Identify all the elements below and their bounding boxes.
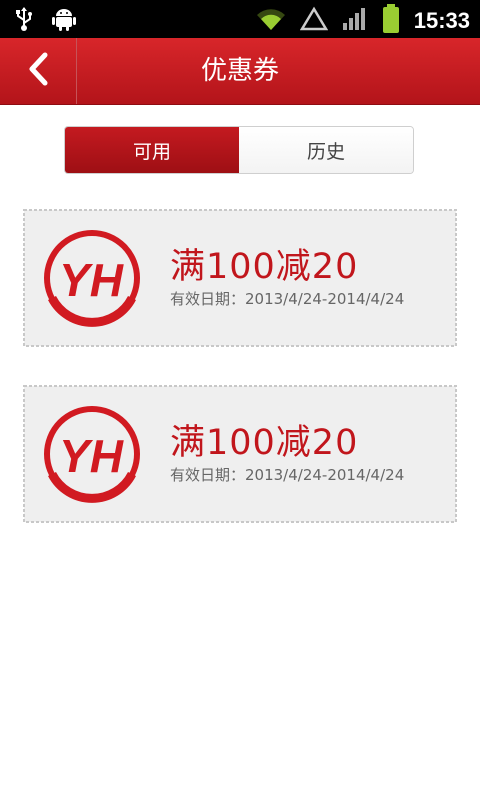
usb-icon — [14, 6, 34, 36]
yh-logo-text: YH — [59, 254, 124, 306]
coupon-card[interactable]: YH 满100减20 有效日期：2013/4/24-2014/4/24 — [22, 384, 458, 524]
coupon-tabs: 可用 历史 — [64, 126, 414, 174]
android-debug-icon — [52, 6, 76, 36]
back-button[interactable] — [0, 38, 77, 104]
tab-history[interactable]: 历史 — [239, 127, 413, 173]
status-time: 15:33 — [413, 8, 470, 33]
chevron-left-icon — [26, 52, 50, 90]
status-right-icons: 15:33 — [256, 4, 470, 38]
coupon-title: 满100减20 — [170, 247, 359, 287]
coupon-validity: 有效日期：2013/4/24-2014/4/24 — [170, 290, 405, 308]
yh-logo-text: YH — [59, 430, 124, 482]
status-left-icons — [14, 6, 76, 36]
status-bar: 15:33 — [0, 0, 480, 38]
signal-alert-icon — [299, 6, 328, 36]
coupon-validity: 有效日期：2013/4/24-2014/4/24 — [170, 466, 405, 484]
wifi-icon — [256, 6, 286, 36]
cell-signal-icon — [342, 6, 368, 36]
yh-logo: YH — [40, 404, 144, 508]
header-bar: 优惠券 — [0, 38, 480, 105]
yh-logo: YH — [40, 228, 144, 332]
coupon-card[interactable]: YH 满100减20 有效日期：2013/4/24-2014/4/24 — [22, 208, 458, 348]
coupon-title: 满100减20 — [170, 423, 359, 463]
tab-available[interactable]: 可用 — [65, 127, 239, 173]
battery-icon — [382, 4, 400, 38]
